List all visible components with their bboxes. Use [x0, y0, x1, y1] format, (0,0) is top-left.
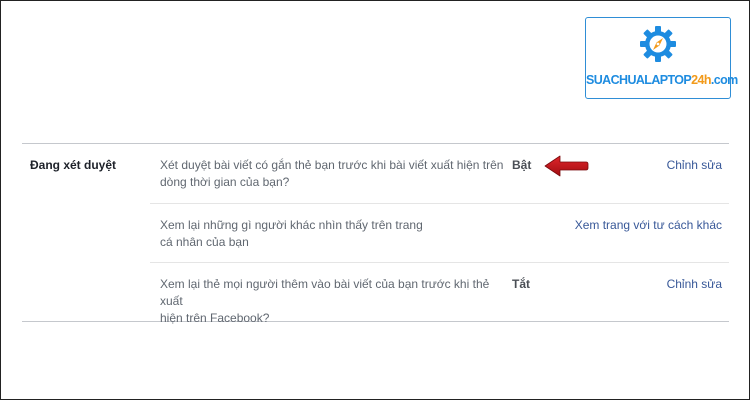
logo-text-main: SUACHUALAPTOP: [586, 73, 692, 87]
gear-compass-icon: [640, 26, 676, 62]
setting-description: Xem lại những gì người khác nhìn thấy tr…: [160, 217, 505, 251]
logo-text-domain: .com: [710, 73, 738, 87]
setting-description: Xét duyệt bài viết có gắn thẻ bạn trước …: [160, 157, 505, 191]
review-settings-section: Đang xét duyệt Xét duyệt bài viết có gắn…: [22, 143, 729, 325]
settings-row-view-as: Xem lại những gì người khác nhìn thấy tr…: [150, 203, 729, 262]
settings-row-tag-review: Xét duyệt bài viết có gắn thẻ bạn trước …: [150, 144, 729, 202]
status-value: Tắt: [512, 277, 530, 291]
description-line-1: Xem lại những gì người khác nhìn thấy tr…: [160, 218, 423, 232]
description-line-2: dòng thời gian của bạn?: [160, 175, 290, 189]
description-line-2: cá nhân của bạn: [160, 235, 249, 249]
red-arrow-left-icon: [544, 155, 589, 177]
brand-logo: SUACHUALAPTOP24h.com: [585, 17, 738, 99]
logo-text-24h: 24h: [691, 73, 711, 87]
section-label: Đang xét duyệt: [30, 158, 117, 172]
setting-description: Xem lại thẻ mọi người thêm vào bài viết …: [160, 276, 505, 327]
edit-link[interactable]: Chỉnh sửa: [667, 277, 722, 291]
settings-row-tag-suggestions: Xem lại thẻ mọi người thêm vào bài viết …: [150, 262, 729, 325]
description-line-2: hiện trên Facebook?: [160, 311, 270, 325]
logo-wordmark: SUACHUALAPTOP24h.com: [586, 73, 738, 87]
edit-link[interactable]: Chỉnh sửa: [667, 158, 722, 172]
description-line-1: Xem lại thẻ mọi người thêm vào bài viết …: [160, 277, 490, 308]
view-as-link[interactable]: Xem trang với tư cách khác: [575, 218, 722, 232]
description-line-1: Xét duyệt bài viết có gắn thẻ bạn trước …: [160, 158, 504, 172]
status-value: Bật: [512, 158, 532, 172]
